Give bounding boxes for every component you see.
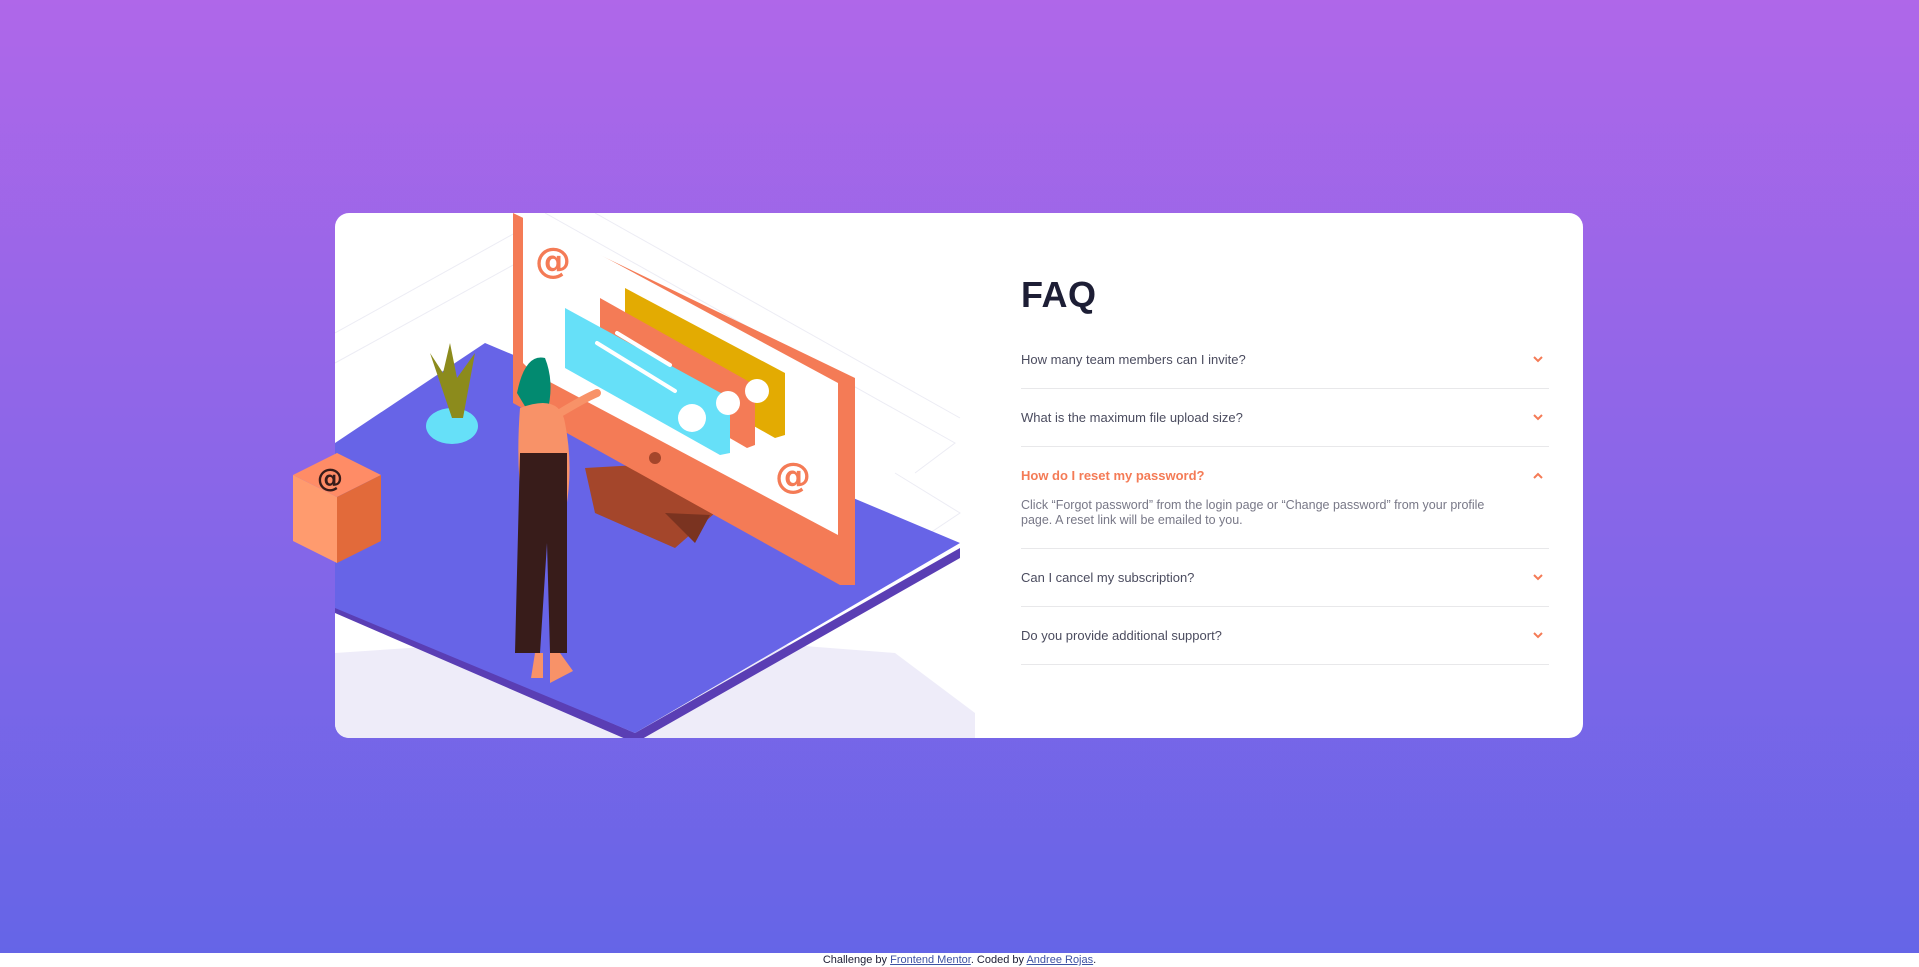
footer-middle: . Coded by [970, 954, 1027, 966]
svg-text:@: @ [775, 456, 811, 497]
faq-item: What is the maximum file upload size? [1021, 389, 1549, 447]
faq-question-button[interactable]: How many team members can I invite? [1021, 331, 1549, 388]
faq-title: FAQ [1021, 274, 1097, 315]
faq-item: Do you provide additional support? [1021, 607, 1549, 665]
faq-question-button[interactable]: Do you provide additional support? [1021, 607, 1549, 664]
woman-online-illustration: @ @ [335, 213, 975, 738]
faq-question-text: Can I cancel my subscription? [1021, 570, 1195, 585]
at-box-icon: @ [293, 453, 381, 563]
author-link[interactable]: Andree Rojas [1026, 954, 1093, 966]
faq-question-text: Do you provide additional support? [1021, 628, 1222, 643]
svg-text:@: @ [317, 464, 343, 494]
faq-answer: Click “Forgot password” from the login p… [1021, 498, 1485, 527]
svg-text:@: @ [535, 241, 571, 282]
frontend-mentor-link[interactable]: Frontend Mentor [890, 954, 971, 966]
faq-question-text: How many team members can I invite? [1021, 352, 1246, 367]
attribution-footer: Challenge by Frontend Mentor. Coded by A… [0, 953, 1919, 967]
chevron-down-icon[interactable] [1531, 573, 1545, 583]
chevron-down-icon[interactable] [1531, 631, 1545, 641]
faq-question-button[interactable]: Can I cancel my subscription? [1021, 549, 1549, 606]
chevron-down-icon[interactable] [1531, 413, 1545, 423]
footer-suffix: . [1093, 954, 1097, 966]
faq-section: FAQ How many team members can I invite? … [1021, 273, 1549, 665]
faq-item: Can I cancel my subscription? [1021, 549, 1549, 607]
footer-prefix: Challenge by [822, 954, 891, 966]
faq-item: How many team members can I invite? [1021, 331, 1549, 389]
faq-question-text: What is the maximum file upload size? [1021, 410, 1243, 425]
chevron-up-icon[interactable] [1531, 471, 1545, 481]
faq-question-button[interactable]: How do I reset my password? [1021, 447, 1549, 504]
chevron-down-icon[interactable] [1531, 355, 1545, 365]
faq-question-button[interactable]: What is the maximum file upload size? [1021, 389, 1549, 446]
illustration-clip: @ @ [335, 213, 975, 738]
faq-question-text: How do I reset my password? [1021, 468, 1205, 483]
faq-item-open: How do I reset my password? Click “Forgo… [1021, 447, 1549, 549]
faq-card: @ @ @ FAQ How many team members can I in… [293, 213, 1583, 738]
